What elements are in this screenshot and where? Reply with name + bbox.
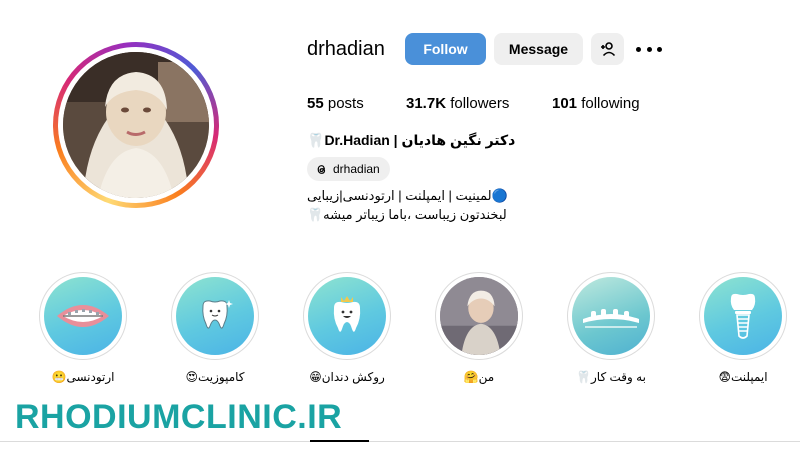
- posts-label: posts: [327, 95, 364, 112]
- highlight-composite[interactable]: کامپوزیت😍: [171, 272, 259, 384]
- suggested-users-button[interactable]: [591, 33, 624, 65]
- dot-icon: [636, 46, 641, 52]
- highlight-ring: [567, 272, 655, 360]
- bio-line-1: 🔵لمینیت | ایمپلنت | ارتودنسی|زیبایی: [307, 188, 508, 203]
- highlight-cover: [704, 277, 782, 355]
- profile-full-name: دکتر نگین هادیان | Dr.Hadian🦷: [307, 132, 516, 148]
- dot-icon: [646, 46, 652, 52]
- crown-tooth-icon: [333, 296, 361, 332]
- followers-label: followers: [450, 95, 510, 112]
- profile-username: drhadian: [307, 38, 385, 60]
- highlight-label: من🤗: [463, 370, 495, 384]
- more-options-icon[interactable]: [636, 40, 662, 58]
- highlight-cover: [440, 277, 518, 355]
- bio-line-2: لبخندتون زیباست ،باما زیباتر میشه🦷: [307, 207, 507, 222]
- following-count: 101: [552, 95, 578, 112]
- portrait-thumbnail: [440, 277, 518, 355]
- braces-teeth-icon: [57, 305, 109, 327]
- followers-stat[interactable]: 31.7K followers: [406, 95, 509, 112]
- highlight-label: ارتودنسی😬: [51, 370, 115, 384]
- highlight-crown[interactable]: روکش دندان😁: [303, 272, 391, 384]
- dot-icon: [657, 46, 662, 52]
- following-stat[interactable]: 101 following: [552, 95, 640, 112]
- highlight-ring: [303, 272, 391, 360]
- highlight-cover: [572, 277, 650, 355]
- highlight-label: روکش دندان😁: [309, 370, 385, 384]
- highlight-ring: [699, 272, 787, 360]
- threads-handle: drhadian: [333, 162, 380, 176]
- highlight-label: کامپوزیت😍: [185, 370, 245, 384]
- threads-icon: [317, 164, 326, 174]
- active-tab-indicator: [310, 440, 369, 442]
- highlight-implant[interactable]: ایمپلنت😨: [699, 272, 787, 384]
- tooth-sparkle-icon: [202, 300, 233, 329]
- highlight-ring: [171, 272, 259, 360]
- following-label: following: [581, 95, 640, 112]
- highlight-ring: [435, 272, 523, 360]
- highlight-label: به وقت کار🦷: [576, 370, 646, 384]
- dental-tools-icon: [583, 309, 639, 328]
- highlight-label: ایمپلنت😨: [718, 370, 768, 384]
- highlight-me[interactable]: من🤗: [435, 272, 523, 384]
- highlight-cover: [176, 277, 254, 355]
- profile-avatar-ring[interactable]: [53, 42, 219, 208]
- follow-button[interactable]: Follow: [405, 33, 486, 65]
- add-person-icon: [600, 42, 615, 57]
- site-watermark: RHODIUMCLINIC.IR: [15, 398, 343, 436]
- highlight-at-work[interactable]: به وقت کار🦷: [567, 272, 655, 384]
- tabs-divider: [0, 441, 800, 442]
- message-button[interactable]: Message: [494, 33, 583, 65]
- posts-stat: 55 posts: [307, 95, 364, 112]
- highlight-orthodontics[interactable]: ارتودنسی😬: [39, 272, 127, 384]
- avatar-portrait: [63, 52, 209, 198]
- avatar-frame: [58, 47, 214, 203]
- avatar: [63, 52, 209, 198]
- highlight-ring: [39, 272, 127, 360]
- highlight-cover: [44, 277, 122, 355]
- threads-badge[interactable]: drhadian: [307, 157, 390, 181]
- posts-count: 55: [307, 95, 324, 112]
- implant-icon: [730, 293, 756, 339]
- highlight-cover: [308, 277, 386, 355]
- followers-count: 31.7K: [406, 95, 447, 112]
